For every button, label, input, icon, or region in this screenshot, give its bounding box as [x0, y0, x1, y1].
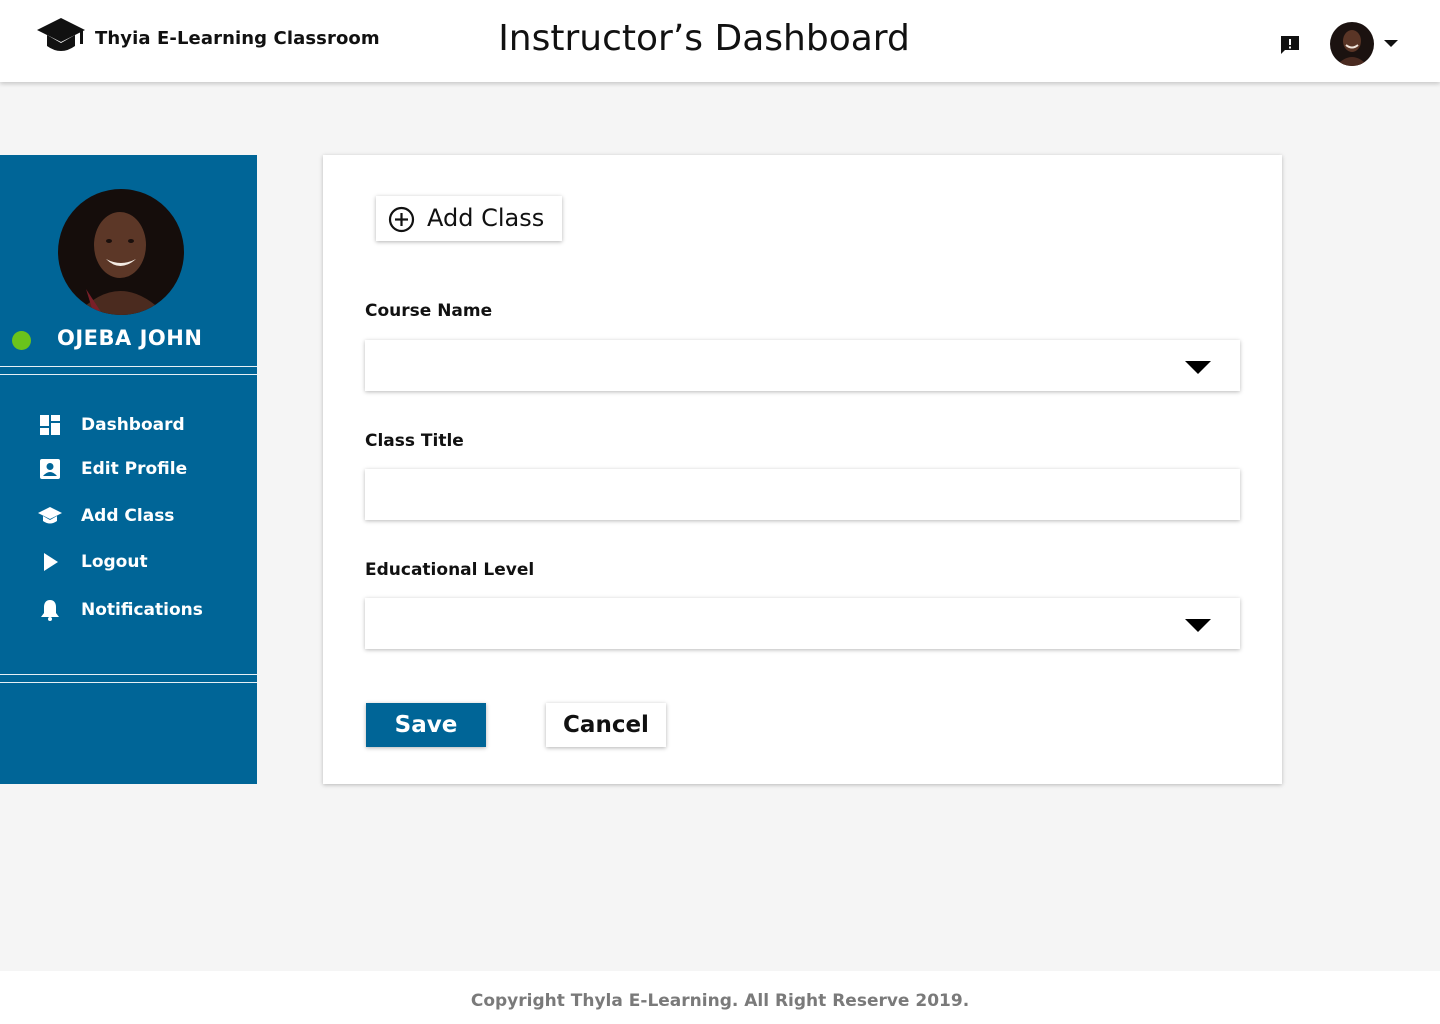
- copyright-text: Copyright Thyla E-Learning. All Right Re…: [470, 991, 970, 1011]
- save-button[interactable]: Save: [366, 703, 486, 747]
- page-title: Instructor’s Dashboard: [498, 18, 910, 59]
- play-arrow-icon: [44, 553, 58, 571]
- educational-level-select[interactable]: [365, 598, 1240, 649]
- class-title-field[interactable]: [365, 469, 1240, 520]
- avatar[interactable]: [1330, 22, 1374, 66]
- add-circle-icon: [388, 206, 415, 233]
- course-name-label: Course Name: [365, 301, 493, 321]
- chevron-down-icon: [1185, 361, 1211, 374]
- class-title-input[interactable]: [365, 469, 1240, 520]
- sidebar-item-edit-profile[interactable]: Edit Profile: [0, 449, 257, 489]
- sidebar: OJEBA JOHN Dashboard Edit Profile Add Cl…: [0, 155, 257, 784]
- user-photo-icon: [58, 189, 184, 315]
- chevron-down-icon: [1185, 619, 1211, 632]
- educational-level-label: Educational Level: [365, 560, 535, 580]
- divider: [0, 374, 257, 375]
- add-class-card: Add Class Course Name Class Title Educat…: [323, 155, 1282, 784]
- profile-card-icon: [40, 459, 60, 479]
- class-title-label: Class Title: [365, 431, 464, 451]
- profile-avatar: [58, 189, 184, 315]
- sidebar-item-logout[interactable]: Logout: [0, 542, 257, 582]
- user-name: OJEBA JOHN: [57, 326, 203, 350]
- bell-icon: [41, 600, 59, 621]
- message-alert-icon[interactable]: [1278, 33, 1302, 57]
- sidebar-item-label: Add Class: [81, 506, 175, 526]
- course-name-select[interactable]: [365, 340, 1240, 391]
- sidebar-item-dashboard[interactable]: Dashboard: [0, 405, 257, 445]
- dashboard-icon: [40, 415, 60, 435]
- chevron-down-icon[interactable]: [1383, 38, 1399, 48]
- graduation-cap-icon: [38, 507, 62, 524]
- divider: [0, 366, 257, 367]
- footer: Copyright Thyla E-Learning. All Right Re…: [0, 971, 1440, 1024]
- top-header: Thyia E-Learning Classroom Instructor’s …: [0, 0, 1440, 82]
- online-status-dot: [12, 331, 31, 350]
- sidebar-item-label: Notifications: [81, 600, 203, 620]
- add-class-heading-label: Add Class: [427, 204, 545, 232]
- divider: [0, 674, 257, 675]
- sidebar-item-label: Edit Profile: [81, 459, 188, 479]
- divider: [0, 682, 257, 683]
- cancel-button[interactable]: Cancel: [546, 703, 666, 747]
- sidebar-item-label: Logout: [81, 552, 148, 572]
- add-class-heading[interactable]: Add Class: [376, 196, 562, 241]
- user-photo-icon: [1330, 22, 1374, 66]
- sidebar-item-notifications[interactable]: Notifications: [0, 590, 257, 630]
- sidebar-item-add-class[interactable]: Add Class: [0, 496, 257, 536]
- sidebar-item-label: Dashboard: [81, 415, 185, 435]
